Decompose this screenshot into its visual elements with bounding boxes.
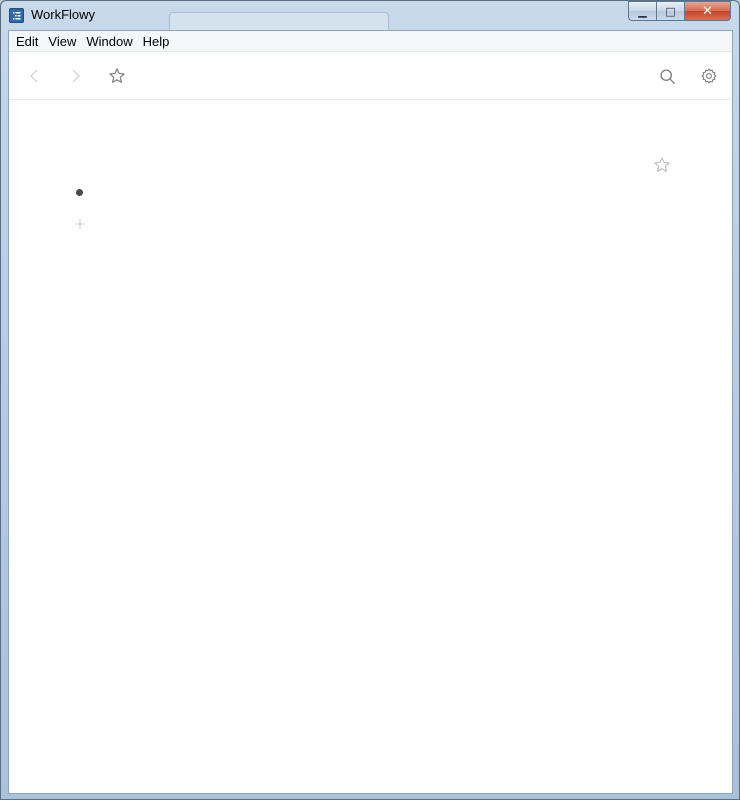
forward-arrow-icon[interactable] bbox=[65, 66, 85, 86]
gear-icon[interactable] bbox=[699, 66, 719, 86]
menu-edit[interactable]: Edit bbox=[11, 31, 43, 52]
workflowy-app-icon bbox=[9, 8, 24, 23]
search-icon[interactable] bbox=[657, 66, 677, 86]
toolbar bbox=[9, 52, 732, 100]
menu-view[interactable]: View bbox=[43, 31, 81, 52]
page-star-icon[interactable] bbox=[653, 156, 673, 176]
plus-icon[interactable] bbox=[74, 215, 86, 229]
bullet-dot-icon[interactable] bbox=[76, 189, 83, 196]
menu-bar: Edit View Window Help bbox=[9, 31, 732, 52]
window-title: WorkFlowy bbox=[31, 7, 96, 22]
caption-buttons: ▁ □ ✕ bbox=[628, 1, 731, 21]
minimize-button[interactable]: ▁ bbox=[628, 1, 656, 21]
client-area: Edit View Window Help bbox=[8, 30, 733, 794]
title-bar[interactable]: WorkFlowy ▁ □ ✕ bbox=[1, 1, 739, 30]
close-button[interactable]: ✕ bbox=[684, 1, 731, 21]
outline-area bbox=[9, 100, 732, 793]
menu-window[interactable]: Window bbox=[81, 31, 137, 52]
back-arrow-icon[interactable] bbox=[25, 66, 45, 86]
background-tab bbox=[169, 12, 389, 30]
star-icon[interactable] bbox=[107, 66, 127, 86]
app-window: WorkFlowy ▁ □ ✕ Edit View Window Help bbox=[0, 0, 740, 800]
maximize-button[interactable]: □ bbox=[656, 1, 684, 21]
menu-help[interactable]: Help bbox=[138, 31, 175, 52]
